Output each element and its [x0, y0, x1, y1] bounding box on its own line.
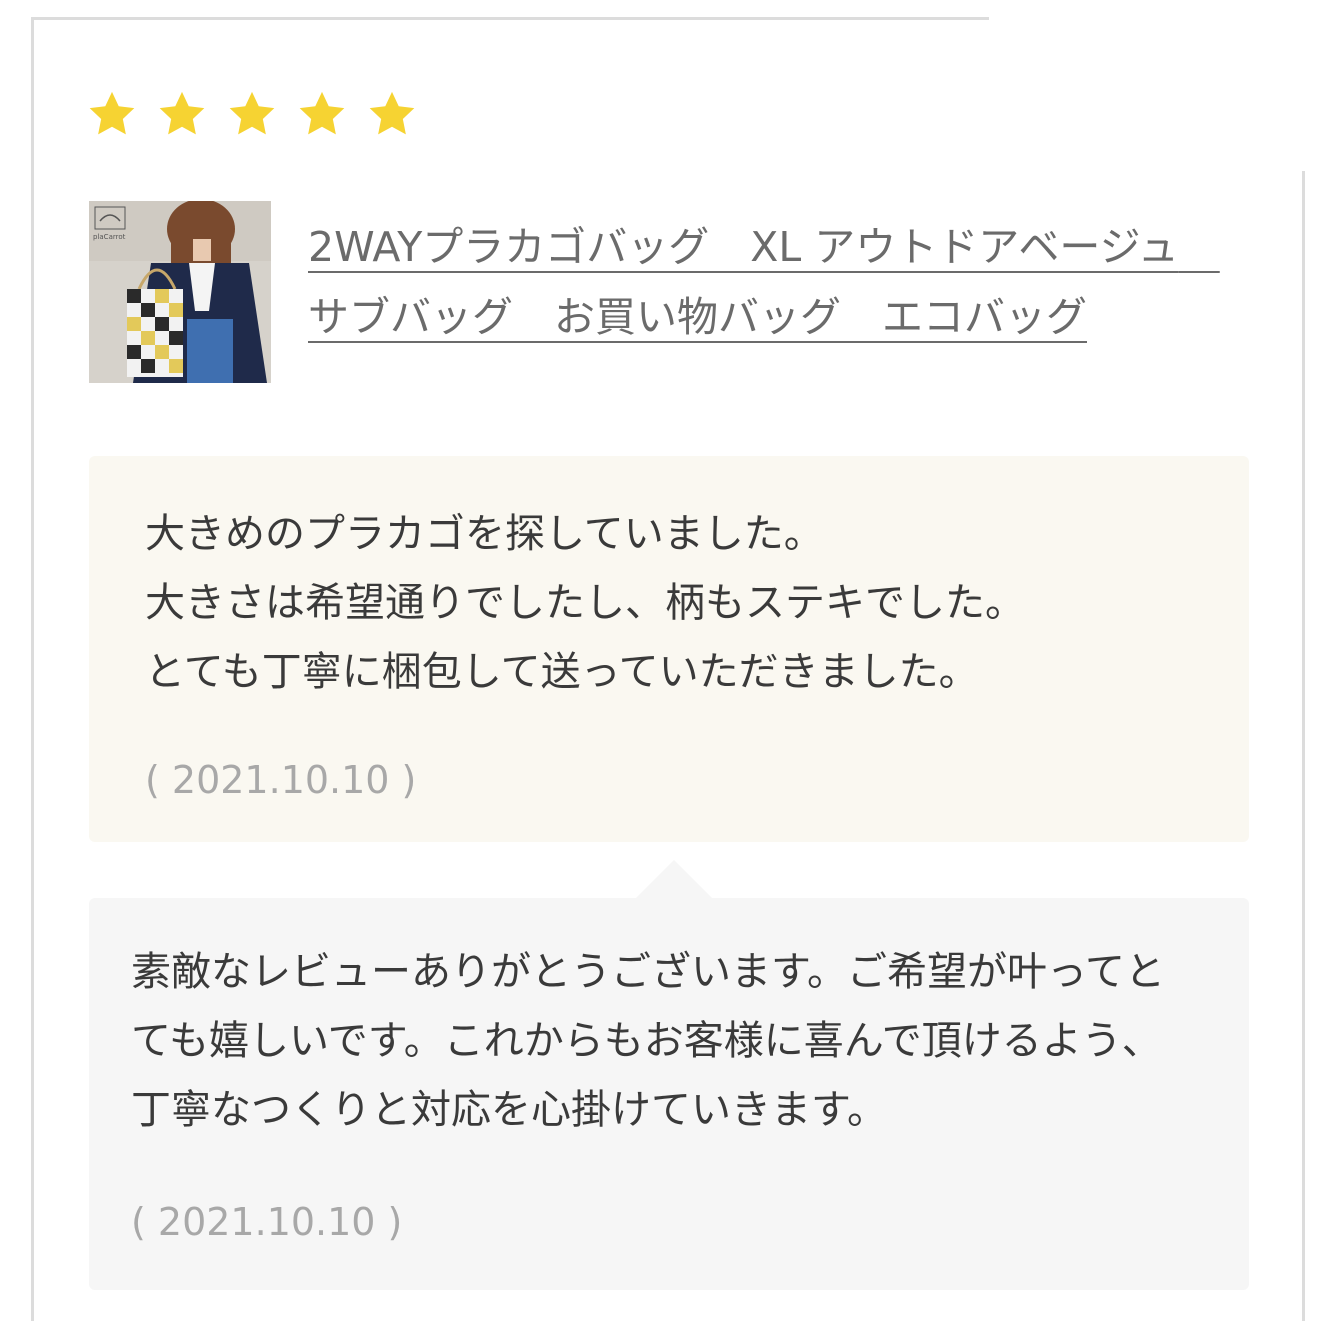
- review-body-box: 大きめのプラカゴを探していました。 大きさは希望通りでしたし、柄もステキでした。…: [89, 456, 1249, 842]
- review-date: ( 2021.10.10 ): [145, 758, 417, 802]
- star-icon: [156, 88, 208, 140]
- thumbnail-logo-text: plaCarrot: [93, 233, 126, 241]
- star-icon: [86, 88, 138, 140]
- star-icon: [226, 88, 278, 140]
- product-link[interactable]: 2WAYプラカゴバッグ XL アウトドアベージュ サブバッグ お買い物バッグ エ…: [308, 212, 1248, 352]
- star-icon: [296, 88, 348, 140]
- review-line: とても丁寧に梱包して送っていただきました。: [145, 649, 979, 695]
- card-border-left: [31, 17, 34, 1321]
- shop-reply-box: 素敵なレビューありがとうございます。ご希望が叶ってとても嬉しいです。これからもお…: [89, 898, 1249, 1290]
- review-line: 大きめのプラカゴを探していました。: [145, 511, 824, 557]
- reply-pointer: [634, 860, 714, 900]
- reply-date: ( 2021.10.10 ): [131, 1200, 403, 1244]
- reply-text: 素敵なレビューありがとうございます。ご希望が叶ってとても嬉しいです。これからもお…: [131, 949, 1165, 1133]
- product-thumbnail[interactable]: plaCarrot: [89, 201, 271, 383]
- review-line: 大きさは希望通りでしたし、柄もステキでした。: [145, 580, 1025, 626]
- star-icon: [366, 88, 418, 140]
- card-border-right: [1302, 171, 1305, 1321]
- star-rating: [86, 88, 418, 148]
- card-border-top: [31, 17, 989, 20]
